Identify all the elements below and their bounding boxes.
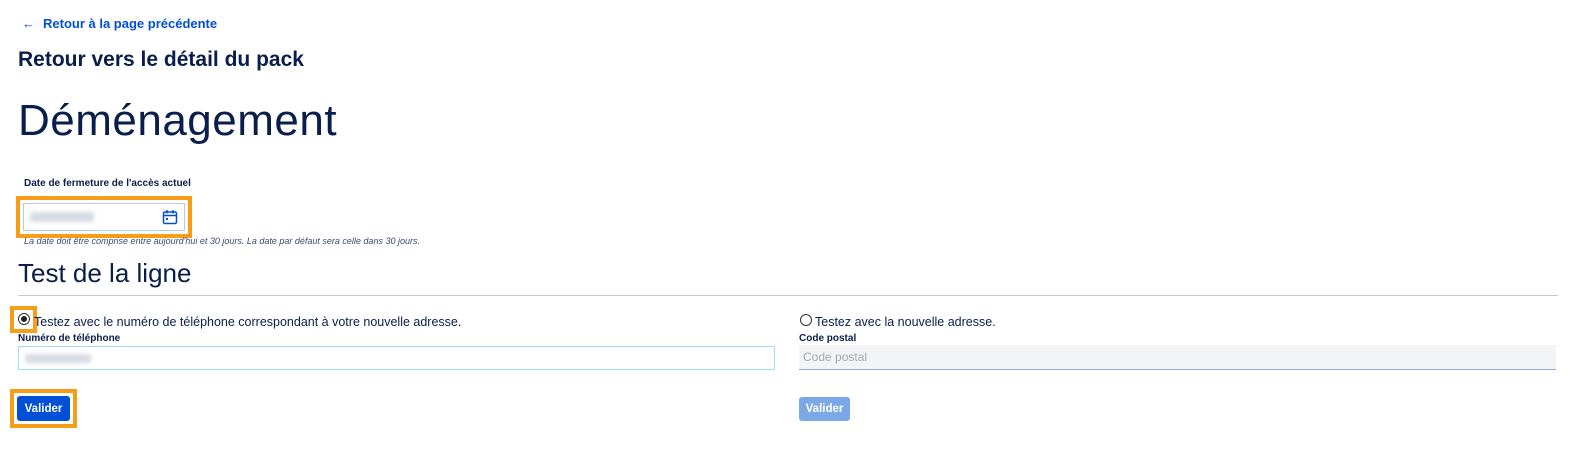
phone-input[interactable] — [18, 346, 775, 370]
line-test-title: Test de la ligne — [18, 258, 192, 288]
phone-value — [25, 353, 91, 363]
closing-date-input[interactable] — [23, 203, 185, 231]
phone-field-label: Numéro de téléphone — [18, 333, 121, 344]
validate-address-button[interactable]: Valider — [799, 397, 850, 421]
validate-phone-button[interactable]: Valider — [17, 396, 70, 421]
closing-date-value — [30, 212, 94, 222]
radio-address-label[interactable]: Testez avec la nouvelle adresse. — [815, 315, 996, 329]
page-title: Déménagement — [18, 96, 338, 145]
closing-date-help: La date doit être comprise entre aujourd… — [24, 236, 420, 246]
postal-code-label: Code postal — [799, 333, 857, 344]
back-link-label: Retour à la page précédente — [43, 16, 218, 31]
radio-selected-dot — [21, 316, 27, 322]
radio-address[interactable] — [800, 314, 812, 326]
postal-code-input[interactable] — [799, 345, 1556, 370]
closing-date-label: Date de fermeture de l'accès actuel — [24, 178, 191, 189]
radio-phone-label[interactable]: Testez avec le numéro de téléphone corre… — [34, 315, 461, 329]
pack-detail-heading: Retour vers le détail du pack — [18, 48, 304, 71]
divider — [18, 295, 1558, 296]
arrow-left-icon: ← — [22, 16, 35, 31]
calendar-icon[interactable] — [162, 209, 178, 225]
radio-phone[interactable] — [18, 313, 30, 325]
back-link[interactable]: ← Retour à la page précédente — [22, 16, 217, 31]
